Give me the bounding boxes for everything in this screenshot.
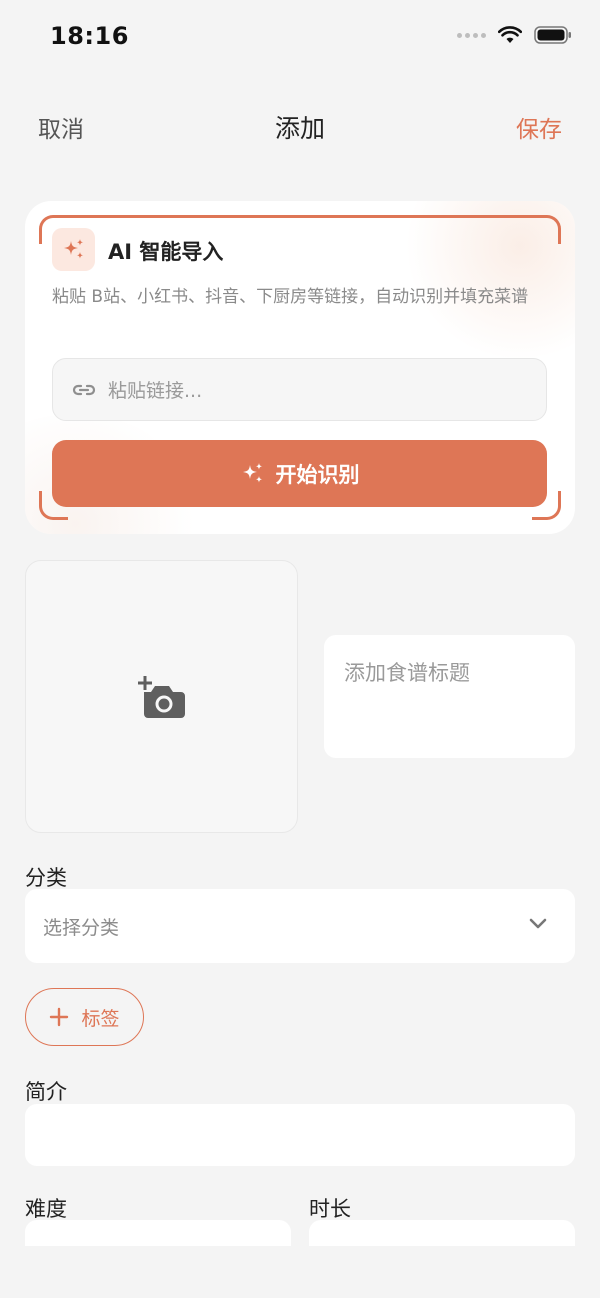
start-recognition-label: 开始识别	[275, 462, 360, 487]
difficulty-field[interactable]	[25, 1220, 291, 1246]
ai-icon-box	[52, 228, 95, 271]
wifi-icon	[498, 26, 522, 43]
difficulty-label: 难度	[25, 1197, 67, 1221]
plus-icon	[50, 1007, 69, 1027]
chevron-down-icon	[529, 918, 547, 929]
page-title: 添加	[274, 114, 325, 143]
category-select[interactable]: 选择分类	[25, 889, 575, 963]
status-icons	[457, 26, 572, 44]
duration-field[interactable]	[309, 1220, 575, 1246]
duration-label: 时长	[309, 1197, 351, 1221]
link-icon	[72, 384, 96, 396]
status-time: 18:16	[50, 22, 129, 50]
add-tag-label: 标签	[81, 1007, 120, 1030]
ai-import-description: 粘贴 B站、小红书、抖音、下厨房等链接，自动识别并填充菜谱	[52, 287, 529, 307]
category-placeholder: 选择分类	[43, 917, 120, 939]
ai-import-card: AI 智能导入 粘贴 B站、小红书、抖音、下厨房等链接，自动识别并填充菜谱 开始…	[25, 201, 575, 534]
recipe-title-field[interactable]: 添加食谱标题	[324, 635, 575, 758]
frame-corner	[532, 215, 561, 244]
add-tag-button[interactable]: 标签	[25, 988, 144, 1046]
frame-line	[65, 215, 535, 218]
category-label: 分类	[25, 866, 67, 890]
add-photo-button[interactable]	[25, 560, 298, 833]
nav-bar: 取消 添加 保存	[0, 100, 600, 150]
link-input[interactable]	[106, 359, 530, 422]
sparkle-icon	[63, 238, 83, 259]
intro-field[interactable]	[25, 1104, 575, 1166]
recipe-title-placeholder: 添加食谱标题	[344, 661, 470, 685]
intro-label: 简介	[25, 1080, 67, 1104]
sparkle-icon	[242, 462, 262, 483]
start-recognition-button[interactable]: 开始识别	[52, 440, 547, 507]
add-photo-icon	[138, 676, 185, 718]
battery-icon	[534, 26, 571, 44]
ai-import-title: AI 智能导入	[108, 240, 224, 264]
signal-icon	[457, 32, 486, 38]
save-button[interactable]: 保存	[516, 110, 562, 144]
status-bar: 18:16	[0, 0, 600, 76]
link-input-container[interactable]	[52, 358, 547, 422]
